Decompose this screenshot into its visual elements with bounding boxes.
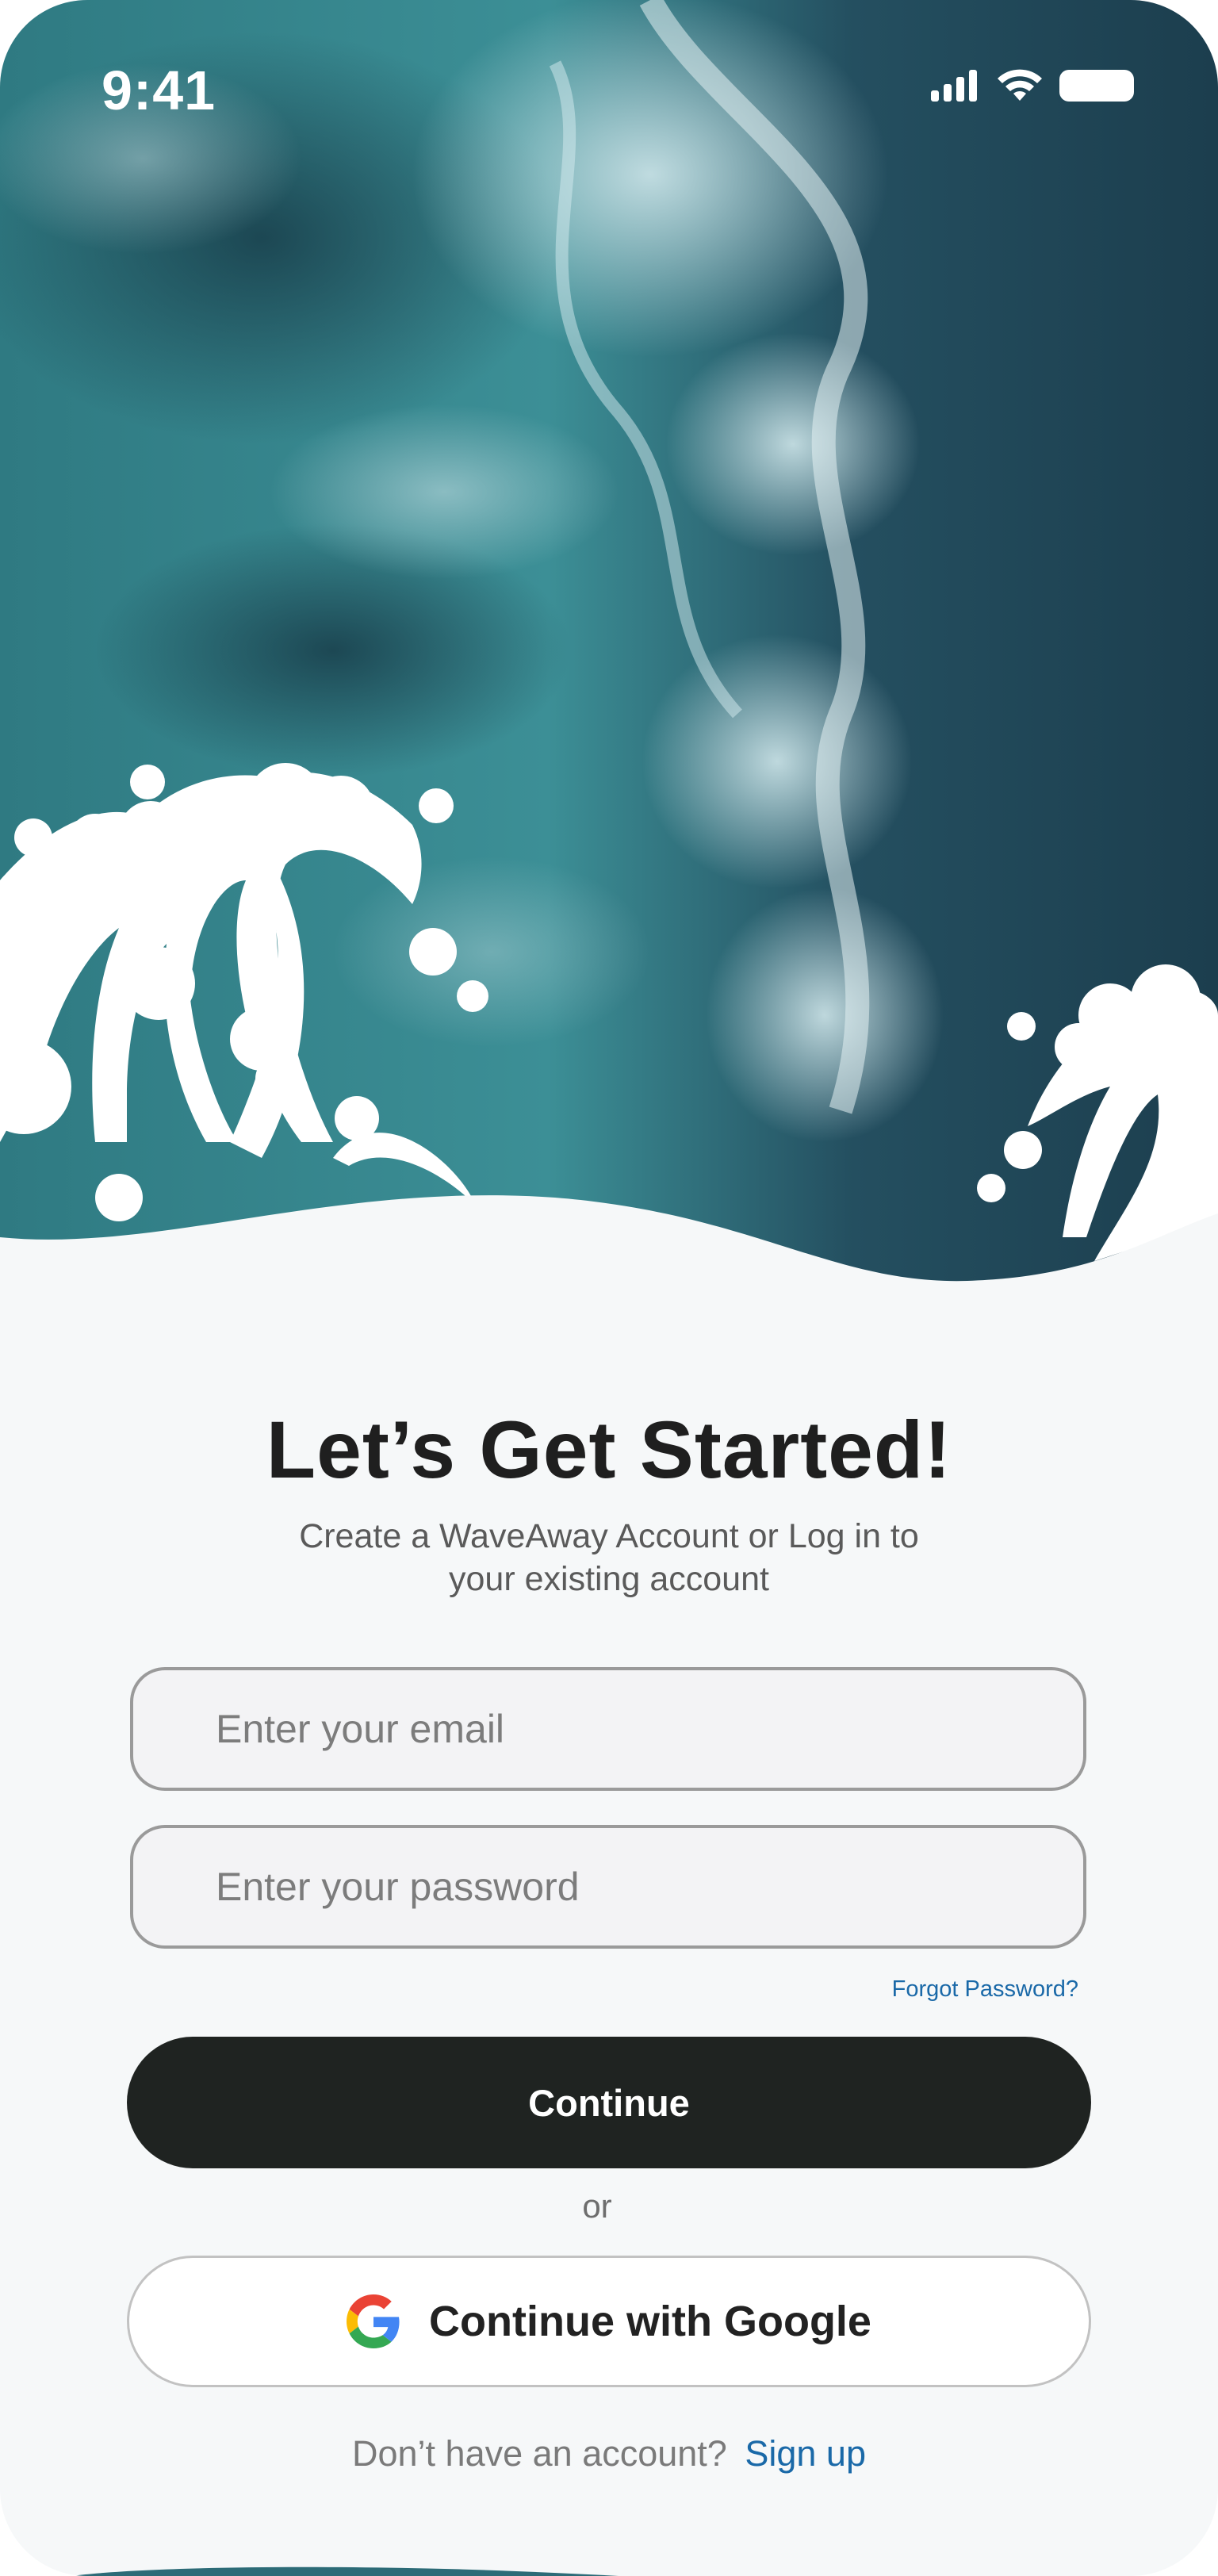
continue-button[interactable]: Continue xyxy=(127,2037,1091,2168)
continue-button-label: Continue xyxy=(528,2081,690,2124)
continue-with-google-button[interactable]: Continue with Google xyxy=(127,2256,1091,2387)
no-account-text: Don’t have an account? xyxy=(352,2433,727,2474)
subtitle-line-1: Create a WaveAway Account or Log in to xyxy=(299,1517,919,1555)
wifi-icon xyxy=(998,69,1042,101)
page-subtitle: Create a WaveAway Account or Log in to y… xyxy=(252,1515,966,1600)
subtitle-line-2: your existing account xyxy=(449,1560,769,1598)
google-button-label: Continue with Google xyxy=(429,2298,871,2345)
phone-screen: 9:41 Let’s Get Started! Create a WaveAwa… xyxy=(0,0,1218,2576)
page-title: Let’s Get Started! xyxy=(266,1405,952,1495)
battery-icon xyxy=(1059,70,1134,102)
signup-row: Don’t have an account? Sign up xyxy=(0,2433,1218,2474)
or-divider: or xyxy=(582,2187,612,2225)
auth-panel: Let’s Get Started! Create a WaveAway Acc… xyxy=(0,1269,1218,2506)
status-bar: 9:41 xyxy=(0,0,1218,174)
bottom-wave-strip xyxy=(71,2566,619,2576)
email-input[interactable] xyxy=(216,1670,1009,1788)
google-logo-icon xyxy=(347,2294,400,2348)
email-field[interactable] xyxy=(130,1667,1086,1791)
status-time: 9:41 xyxy=(102,59,216,121)
forgot-password-link[interactable]: Forgot Password? xyxy=(833,1976,1078,2003)
password-input[interactable] xyxy=(216,1828,1009,1945)
sign-up-link[interactable]: Sign up xyxy=(745,2433,866,2474)
password-field[interactable] xyxy=(130,1825,1086,1949)
signal-icon xyxy=(931,70,977,102)
ocean-hero-image xyxy=(0,0,1218,1301)
status-icons xyxy=(931,68,1139,103)
